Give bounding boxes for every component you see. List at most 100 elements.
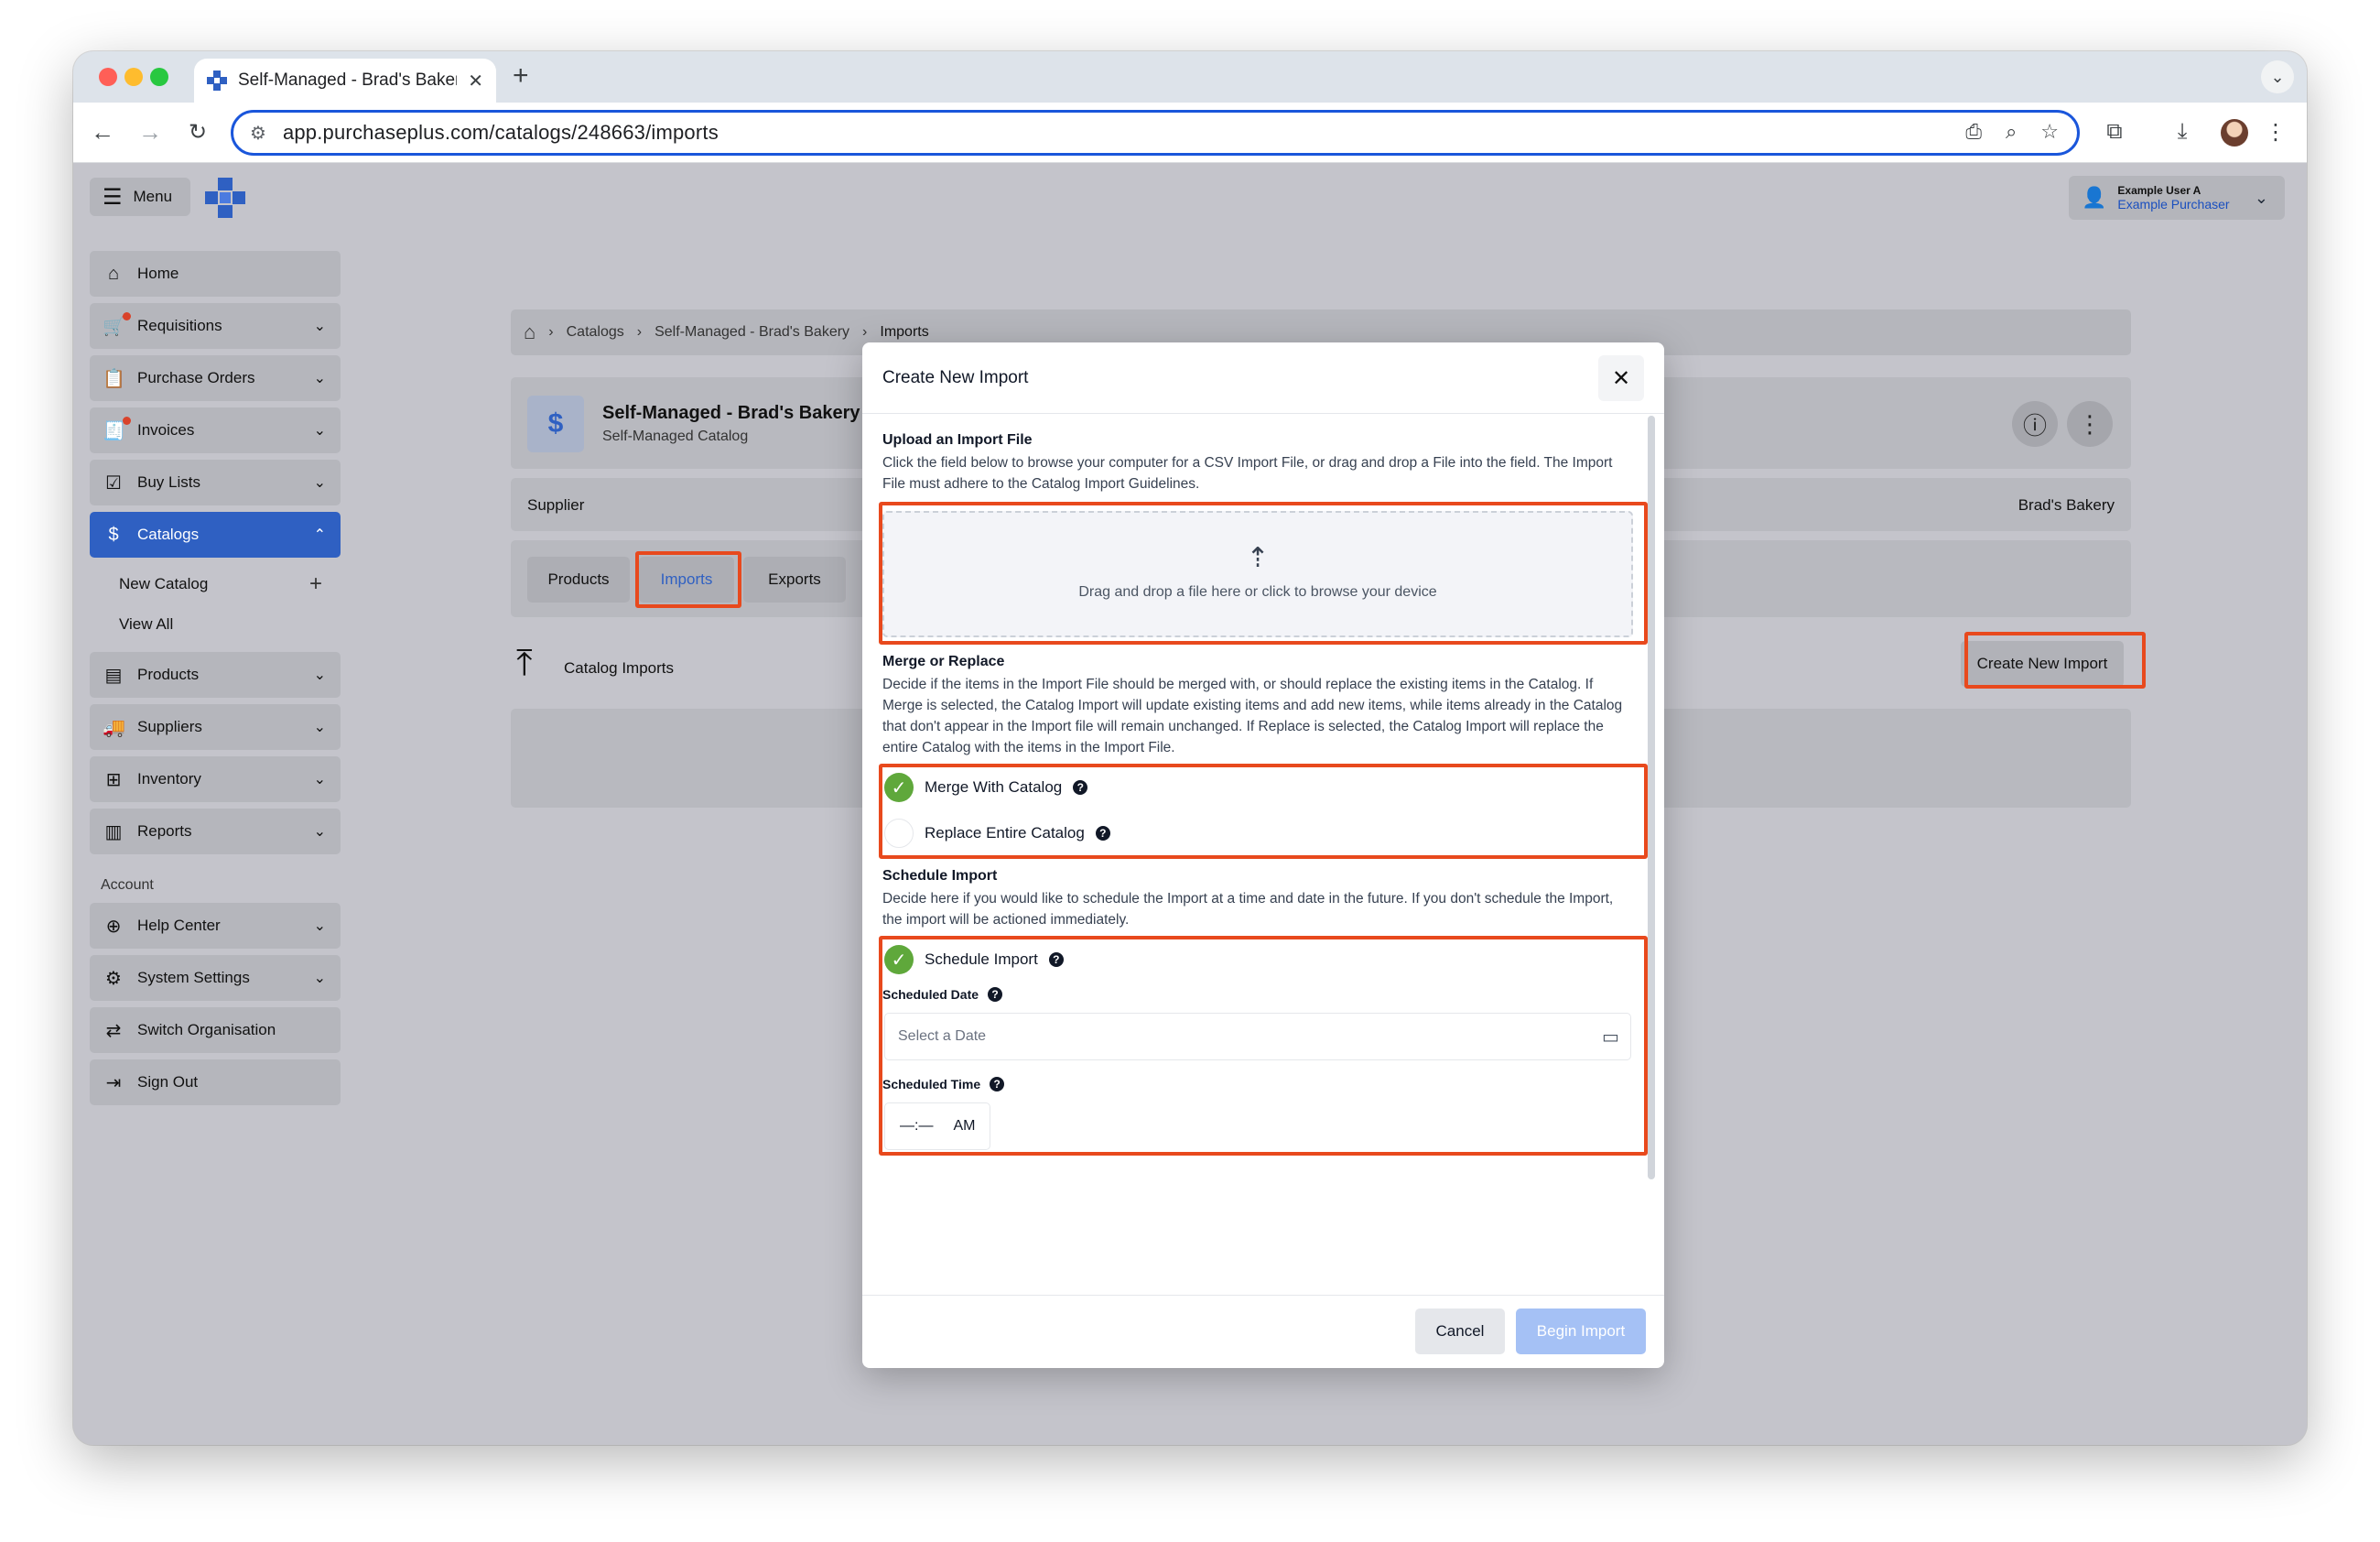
browser-menu-icon[interactable]: ⋮ bbox=[2259, 115, 2292, 148]
forward-icon[interactable]: → bbox=[134, 115, 167, 148]
info-icon[interactable]: ⓘ bbox=[2012, 401, 2058, 447]
help-icon[interactable]: ? bbox=[1095, 826, 1110, 841]
merge-radio-checked-icon[interactable]: ✓ bbox=[884, 773, 914, 802]
chevron-down-icon: ⌄ bbox=[313, 772, 326, 787]
minimize-window-button[interactable] bbox=[124, 68, 143, 86]
purchaseplus-logo[interactable] bbox=[203, 176, 247, 220]
sidebar-item-system-settings[interactable]: ⚙ System Settings ⌄ bbox=[90, 955, 341, 1001]
sidebar-item-requisitions[interactable]: 🛒 Requisitions ⌄ bbox=[90, 303, 341, 349]
merge-option[interactable]: Merge With Catalog ? bbox=[925, 778, 1088, 797]
time-period: AM bbox=[953, 1118, 976, 1134]
sidebar-item-switch-organisation[interactable]: ⇄ Switch Organisation bbox=[90, 1007, 341, 1053]
app-header: ☰ Menu 👤 Example User A Example Purchase… bbox=[73, 163, 2307, 231]
extensions-icon[interactable]: ⧉ bbox=[2098, 115, 2131, 148]
address-bar[interactable]: ⚙ app.purchaseplus.com/catalogs/248663/i… bbox=[231, 110, 2080, 156]
sidebar-item-purchase-orders[interactable]: 📋 Purchase Orders ⌄ bbox=[90, 355, 341, 401]
breadcrumb-catalog[interactable]: Self-Managed - Brad's Bakery bbox=[654, 324, 849, 341]
clipboard-icon: 📋 bbox=[103, 368, 125, 389]
chevron-down-icon: ⌄ bbox=[313, 971, 326, 986]
help-icon[interactable]: ? bbox=[1048, 952, 1064, 967]
tab-search-icon[interactable]: ⌄ bbox=[2261, 60, 2294, 93]
sidebar-item-products[interactable]: ▤ Products ⌄ bbox=[90, 652, 341, 698]
calendar-icon[interactable]: ▭ bbox=[1602, 1026, 1619, 1048]
more-options-icon[interactable]: ⋮ bbox=[2067, 401, 2113, 447]
tab-exports[interactable]: Exports bbox=[743, 557, 846, 603]
catalog-icon: $ bbox=[108, 524, 119, 545]
site-info-icon[interactable]: ⚙ bbox=[250, 122, 266, 145]
schedule-checkbox-checked-icon[interactable]: ✓ bbox=[884, 945, 914, 974]
create-import-modal: Create New Import ✕ Upload an Import Fil… bbox=[862, 342, 1664, 1368]
chevron-down-icon: ⌄ bbox=[313, 720, 326, 735]
bookmark-star-icon[interactable]: ☆ bbox=[2040, 120, 2059, 144]
user-menu[interactable]: 👤 Example User A Example Purchaser ⌄ bbox=[2069, 176, 2285, 220]
new-tab-icon[interactable]: + bbox=[513, 62, 529, 90]
install-app-icon[interactable]: ⎙ bbox=[1965, 120, 1982, 144]
sidebar-item-suppliers[interactable]: 🚚 Suppliers ⌄ bbox=[90, 704, 341, 750]
imports-title: Catalog Imports bbox=[564, 659, 674, 677]
notification-dot bbox=[123, 312, 131, 320]
modal-footer: Cancel Begin Import bbox=[862, 1295, 1664, 1368]
inventory-icon: ⊞ bbox=[105, 769, 122, 790]
download-icon[interactable]: ⤓ bbox=[2166, 115, 2199, 148]
chevron-down-icon: ⌄ bbox=[2254, 188, 2268, 207]
close-window-button[interactable] bbox=[99, 68, 117, 86]
switch-arrows-icon: ⇄ bbox=[105, 1020, 122, 1041]
browser-tab[interactable]: Self-Managed - Brad's Bakery ✕ bbox=[194, 59, 496, 103]
replace-option[interactable]: Replace Entire Catalog ? bbox=[925, 824, 1110, 842]
sidebar-item-help-center[interactable]: ⊕ Help Center ⌄ bbox=[90, 903, 341, 949]
scheduled-date-input[interactable] bbox=[884, 1013, 1631, 1060]
create-new-import-button[interactable]: Create New Import bbox=[1961, 641, 2124, 687]
scheduled-time-label: Scheduled Time ? bbox=[882, 1077, 1005, 1091]
cancel-button[interactable]: Cancel bbox=[1415, 1309, 1505, 1354]
begin-import-button[interactable]: Begin Import bbox=[1516, 1309, 1646, 1354]
scheduled-time-input[interactable]: —:— AM bbox=[884, 1102, 990, 1150]
modal-scrollbar[interactable] bbox=[1648, 416, 1655, 1179]
profile-avatar[interactable] bbox=[2221, 119, 2248, 147]
upload-section-title: Upload an Import File bbox=[882, 432, 1033, 448]
menu-button[interactable]: ☰ Menu bbox=[90, 178, 190, 216]
help-icon[interactable]: ? bbox=[988, 987, 1003, 1002]
sidebar-item-reports[interactable]: ▥ Reports ⌄ bbox=[90, 809, 341, 854]
replace-radio[interactable] bbox=[884, 819, 914, 848]
breadcrumb-catalogs[interactable]: Catalogs bbox=[567, 324, 624, 341]
sidebar-item-sign-out[interactable]: ⇥ Sign Out bbox=[90, 1059, 341, 1105]
reload-icon[interactable]: ↻ bbox=[181, 115, 214, 148]
maximize-window-button[interactable] bbox=[150, 68, 168, 86]
schedule-section-title: Schedule Import bbox=[882, 868, 998, 884]
sidebar-item-home[interactable]: ⌂ Home bbox=[90, 251, 341, 297]
sidebar-sub-view-all[interactable]: View All bbox=[90, 604, 341, 645]
catalog-dollar-icon: $ bbox=[527, 396, 584, 452]
chevron-up-icon: ⌃ bbox=[313, 527, 326, 543]
browser-tab-title: Self-Managed - Brad's Bakery bbox=[238, 71, 458, 90]
sidebar-sub-new-catalog[interactable]: New Catalog + bbox=[90, 564, 341, 604]
dropzone-text: Drag and drop a file here or click to br… bbox=[1078, 584, 1437, 600]
file-dropzone[interactable]: ⇡ Drag and drop a file here or click to … bbox=[882, 511, 1633, 637]
zoom-icon[interactable]: ⌕ bbox=[2006, 120, 2017, 144]
user-name: Example User A bbox=[2117, 184, 2202, 197]
tab-imports[interactable]: Imports bbox=[639, 557, 734, 603]
plus-icon[interactable]: + bbox=[309, 571, 322, 597]
user-role: Example Purchaser bbox=[2117, 197, 2230, 212]
chevron-down-icon: ⌄ bbox=[313, 371, 326, 386]
sidebar-item-buy-lists[interactable]: ☑ Buy Lists ⌄ bbox=[90, 460, 341, 505]
home-icon: ⌂ bbox=[107, 263, 120, 284]
help-icon[interactable]: ? bbox=[990, 1077, 1005, 1091]
schedule-import-toggle[interactable]: Schedule Import ? bbox=[925, 950, 1064, 969]
close-icon[interactable]: ✕ bbox=[1598, 355, 1644, 401]
chevron-down-icon: ⌄ bbox=[313, 668, 326, 683]
tab-products[interactable]: Products bbox=[527, 557, 630, 603]
sidebar-item-invoices[interactable]: 🧾 Invoices ⌄ bbox=[90, 407, 341, 453]
sidebar-item-catalogs[interactable]: $ Catalogs ⌃ bbox=[90, 512, 341, 558]
menu-label: Menu bbox=[133, 188, 173, 205]
checklist-icon: ☑ bbox=[105, 472, 122, 494]
close-tab-icon[interactable]: ✕ bbox=[468, 70, 483, 92]
browser-window: Self-Managed - Brad's Bakery ✕ + ⌄ ← → ↻… bbox=[73, 51, 2307, 1445]
scheduled-date-label: Scheduled Date ? bbox=[882, 987, 1003, 1002]
modal-header: Create New Import ✕ bbox=[862, 342, 1664, 414]
help-icon[interactable]: ? bbox=[1073, 780, 1088, 795]
sidebar-item-inventory[interactable]: ⊞ Inventory ⌄ bbox=[90, 756, 341, 802]
supplier-value[interactable]: Brad's Bakery bbox=[2018, 496, 2115, 515]
home-icon[interactable]: ⌂ bbox=[524, 320, 536, 344]
truck-icon: 🚚 bbox=[103, 717, 125, 738]
back-icon[interactable]: ← bbox=[86, 115, 119, 148]
